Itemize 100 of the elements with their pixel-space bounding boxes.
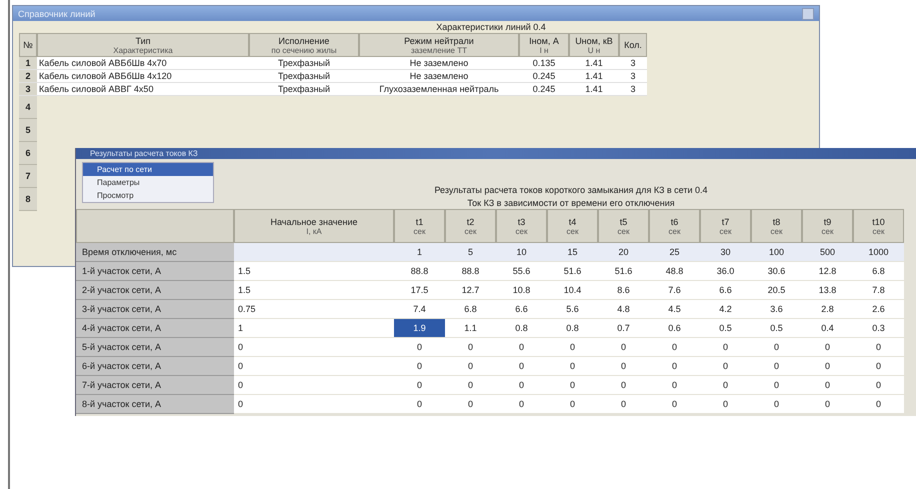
table-cell[interactable]: 0 [802,338,853,356]
table-cell[interactable]: 10.4 [547,281,598,299]
table-cell[interactable]: 1.1 [445,319,496,337]
table-cell[interactable]: 88.8 [445,262,496,280]
table-cell[interactable]: 0 [394,376,445,394]
table-cell: Кабель силовой АВБбШв 4х120 [37,70,249,83]
table-cell[interactable]: 6.6 [496,300,547,318]
table-cell[interactable]: 0 [649,376,700,394]
table-cell[interactable]: 0 [547,395,598,413]
table-cell[interactable]: 2.8 [802,300,853,318]
table-caption: Характеристики линий 0.4 [435,21,547,33]
table-cell[interactable]: 0 [853,338,904,356]
table-cell[interactable]: 0 [700,338,751,356]
table-cell[interactable]: 12.7 [445,281,496,299]
table-cell[interactable]: 0 [598,338,649,356]
table-cell[interactable]: 36.0 [700,262,751,280]
table-cell[interactable]: 0 [496,357,547,375]
table-cell[interactable]: 0 [751,376,802,394]
table-cell[interactable]: 2.6 [853,300,904,318]
table-cell[interactable]: 0 [445,395,496,413]
table-cell[interactable]: 8.6 [598,281,649,299]
table-cell[interactable]: 1.9 [394,319,445,337]
table-cell[interactable]: 0 [649,357,700,375]
table-cell[interactable]: 0 [853,395,904,413]
table-cell[interactable]: 0 [547,357,598,375]
table-cell[interactable]: 0 [751,395,802,413]
table-cell[interactable]: 7.8 [853,281,904,299]
table-cell[interactable]: 7.6 [649,281,700,299]
table-cell[interactable]: 30 [700,243,751,261]
table-cell[interactable]: 6.6 [700,281,751,299]
table-cell[interactable]: 30.6 [751,262,802,280]
table-cell[interactable]: 0 [547,376,598,394]
table-cell[interactable]: 0.8 [547,319,598,337]
table-cell[interactable]: 0 [394,338,445,356]
table-cell[interactable]: 100 [751,243,802,261]
table-cell[interactable]: 0.8 [496,319,547,337]
table-cell[interactable]: 0 [853,357,904,375]
table-cell[interactable]: 1 [394,243,445,261]
table-cell[interactable]: 0 [445,376,496,394]
table-cell[interactable]: 0 [496,395,547,413]
table-cell[interactable]: 0.7 [598,319,649,337]
close-icon[interactable] [802,8,814,20]
column-header: Исполнение [278,36,330,46]
table-cell[interactable]: 10.8 [496,281,547,299]
table-cell[interactable]: 0 [751,338,802,356]
table-cell[interactable]: 3.6 [751,300,802,318]
table-cell[interactable]: 12.8 [802,262,853,280]
table-cell[interactable]: 51.6 [598,262,649,280]
table-cell[interactable]: 0 [496,338,547,356]
table-cell[interactable]: 0 [394,395,445,413]
table-cell[interactable]: 0 [700,357,751,375]
table-cell[interactable]: 25 [649,243,700,261]
table-cell[interactable]: 10 [496,243,547,261]
table-cell[interactable]: 0 [547,338,598,356]
table-cell[interactable]: 88.8 [394,262,445,280]
table-cell[interactable]: 0 [700,376,751,394]
table-cell[interactable]: 4.8 [598,300,649,318]
table-cell[interactable]: 20.5 [751,281,802,299]
menu-item[interactable]: Параметры [83,176,213,189]
table-cell[interactable]: 51.6 [547,262,598,280]
table-cell[interactable]: 17.5 [394,281,445,299]
table-cell[interactable]: 0 [598,376,649,394]
table-cell[interactable]: 6.8 [853,262,904,280]
table-cell[interactable]: 4.2 [700,300,751,318]
table-cell[interactable]: 6.8 [445,300,496,318]
table-cell[interactable]: 0 [445,338,496,356]
table-cell[interactable]: 0 [496,376,547,394]
table-cell[interactable]: 5 [445,243,496,261]
table-cell[interactable]: 0 [802,395,853,413]
table-cell[interactable]: 55.6 [496,262,547,280]
table-cell[interactable]: 13.8 [802,281,853,299]
table-cell[interactable]: 0 [649,338,700,356]
table-cell[interactable]: 48.8 [649,262,700,280]
table-cell[interactable]: 1000 [853,243,904,261]
table-cell[interactable]: 0 [445,357,496,375]
table-cell[interactable]: 0.4 [802,319,853,337]
table-cell[interactable]: 0 [802,376,853,394]
table-cell[interactable]: 0 [394,357,445,375]
table-cell[interactable]: 20 [598,243,649,261]
table-cell[interactable]: 500 [802,243,853,261]
table-cell[interactable]: 15 [547,243,598,261]
table-cell[interactable]: 0 [751,357,802,375]
table-cell[interactable]: 0 [802,357,853,375]
table-cell[interactable]: 7.4 [394,300,445,318]
table-cell[interactable]: 0 [649,395,700,413]
table-cell[interactable]: 0.6 [649,319,700,337]
column-subtitle: I, кА [306,226,322,236]
table-cell[interactable]: 0.3 [853,319,904,337]
menu-item[interactable]: Расчет по сети [83,163,213,176]
table-cell[interactable]: 5.6 [547,300,598,318]
table-cell[interactable]: 0.5 [700,319,751,337]
menu-item[interactable]: Просмотр [83,189,213,202]
table-cell[interactable]: 0 [700,395,751,413]
table-cell[interactable]: 0 [598,395,649,413]
column-header: № [23,40,33,50]
table-cell[interactable]: 0 [853,376,904,394]
table-cell[interactable]: 0.5 [751,319,802,337]
row-header: 3-й участок сети, А [76,300,234,319]
table-cell[interactable]: 4.5 [649,300,700,318]
table-cell[interactable]: 0 [598,357,649,375]
